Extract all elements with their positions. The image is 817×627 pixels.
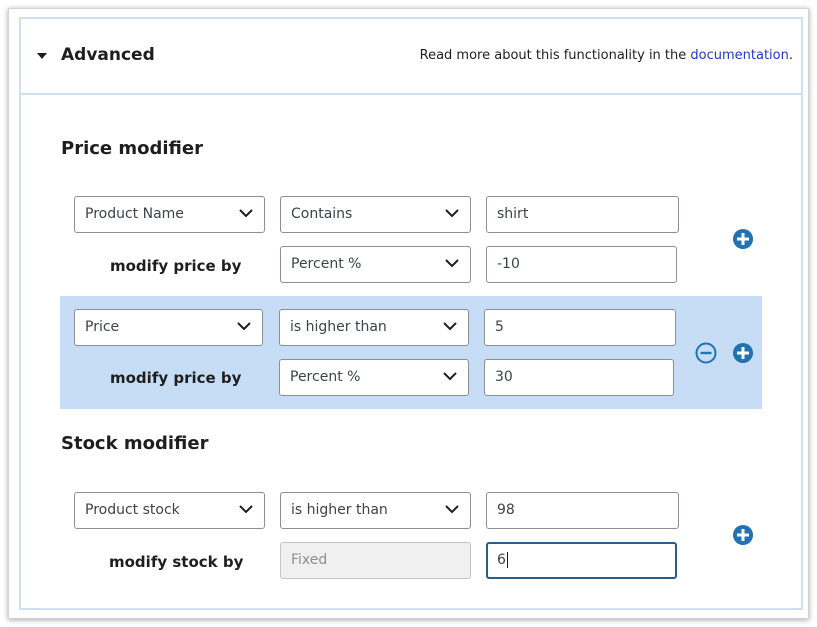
modify-value-input[interactable]: -10	[486, 246, 677, 283]
select-value: Percent %	[291, 256, 362, 272]
modify-price-label: modify price by	[110, 369, 242, 387]
panel-header[interactable]: Advanced Read more about this functional…	[21, 19, 801, 95]
select-value: is higher than	[290, 319, 387, 335]
caret-down-icon[interactable]	[37, 53, 47, 59]
stock-modifier-title: Stock modifier	[61, 433, 209, 454]
select-value: Price	[85, 319, 120, 335]
select-value: Product stock	[85, 502, 180, 518]
modify-price-label: modify price by	[110, 257, 242, 275]
rule-value-input[interactable]: 5	[484, 309, 676, 346]
rule-field-select[interactable]: Price	[74, 309, 263, 346]
chevron-down-icon	[237, 322, 251, 331]
input-value: 6	[497, 552, 506, 568]
rule-condition-select[interactable]: is higher than	[280, 492, 471, 529]
modify-type-select[interactable]: Percent %	[279, 359, 469, 396]
modify-stock-label: modify stock by	[109, 553, 244, 571]
select-value: Percent %	[290, 369, 361, 385]
header-note: Read more about this functionality in th…	[420, 48, 793, 63]
rule-field-select[interactable]: Product stock	[74, 492, 265, 529]
minus-circle-icon[interactable]	[695, 342, 717, 364]
rule-field-select[interactable]: Product Name	[74, 196, 265, 233]
plus-circle-icon[interactable]	[732, 228, 754, 250]
plus-circle-icon[interactable]	[732, 342, 754, 364]
panel-title: Advanced	[61, 45, 155, 65]
select-value: is higher than	[291, 502, 388, 518]
select-value: Product Name	[85, 206, 184, 222]
select-value: Contains	[291, 206, 353, 222]
chevron-down-icon	[445, 259, 459, 268]
documentation-link[interactable]: documentation	[690, 48, 788, 63]
chevron-down-icon	[239, 505, 253, 514]
text-cursor	[506, 552, 508, 568]
modify-value-input[interactable]: 30	[484, 359, 674, 396]
header-note-suffix: .	[788, 48, 793, 63]
chevron-down-icon	[239, 209, 253, 218]
modify-type-field-disabled: Fixed	[280, 542, 471, 579]
rule-condition-select[interactable]: Contains	[280, 196, 471, 233]
chevron-down-icon	[445, 505, 459, 514]
rule-value-input[interactable]: shirt	[486, 196, 679, 233]
rule-condition-select[interactable]: is higher than	[279, 309, 469, 346]
header-note-text: Read more about this functionality in th…	[419, 48, 691, 63]
chevron-down-icon	[445, 209, 459, 218]
price-modifier-title: Price modifier	[61, 138, 203, 159]
modify-type-select[interactable]: Percent %	[280, 246, 471, 283]
chevron-down-icon	[443, 372, 457, 381]
advanced-panel: Advanced Read more about this functional…	[19, 17, 803, 610]
rule-value-input[interactable]: 98	[486, 492, 679, 529]
modify-value-input-focused[interactable]: 6	[486, 542, 677, 579]
chevron-down-icon	[443, 322, 457, 331]
plus-circle-icon[interactable]	[732, 524, 754, 546]
